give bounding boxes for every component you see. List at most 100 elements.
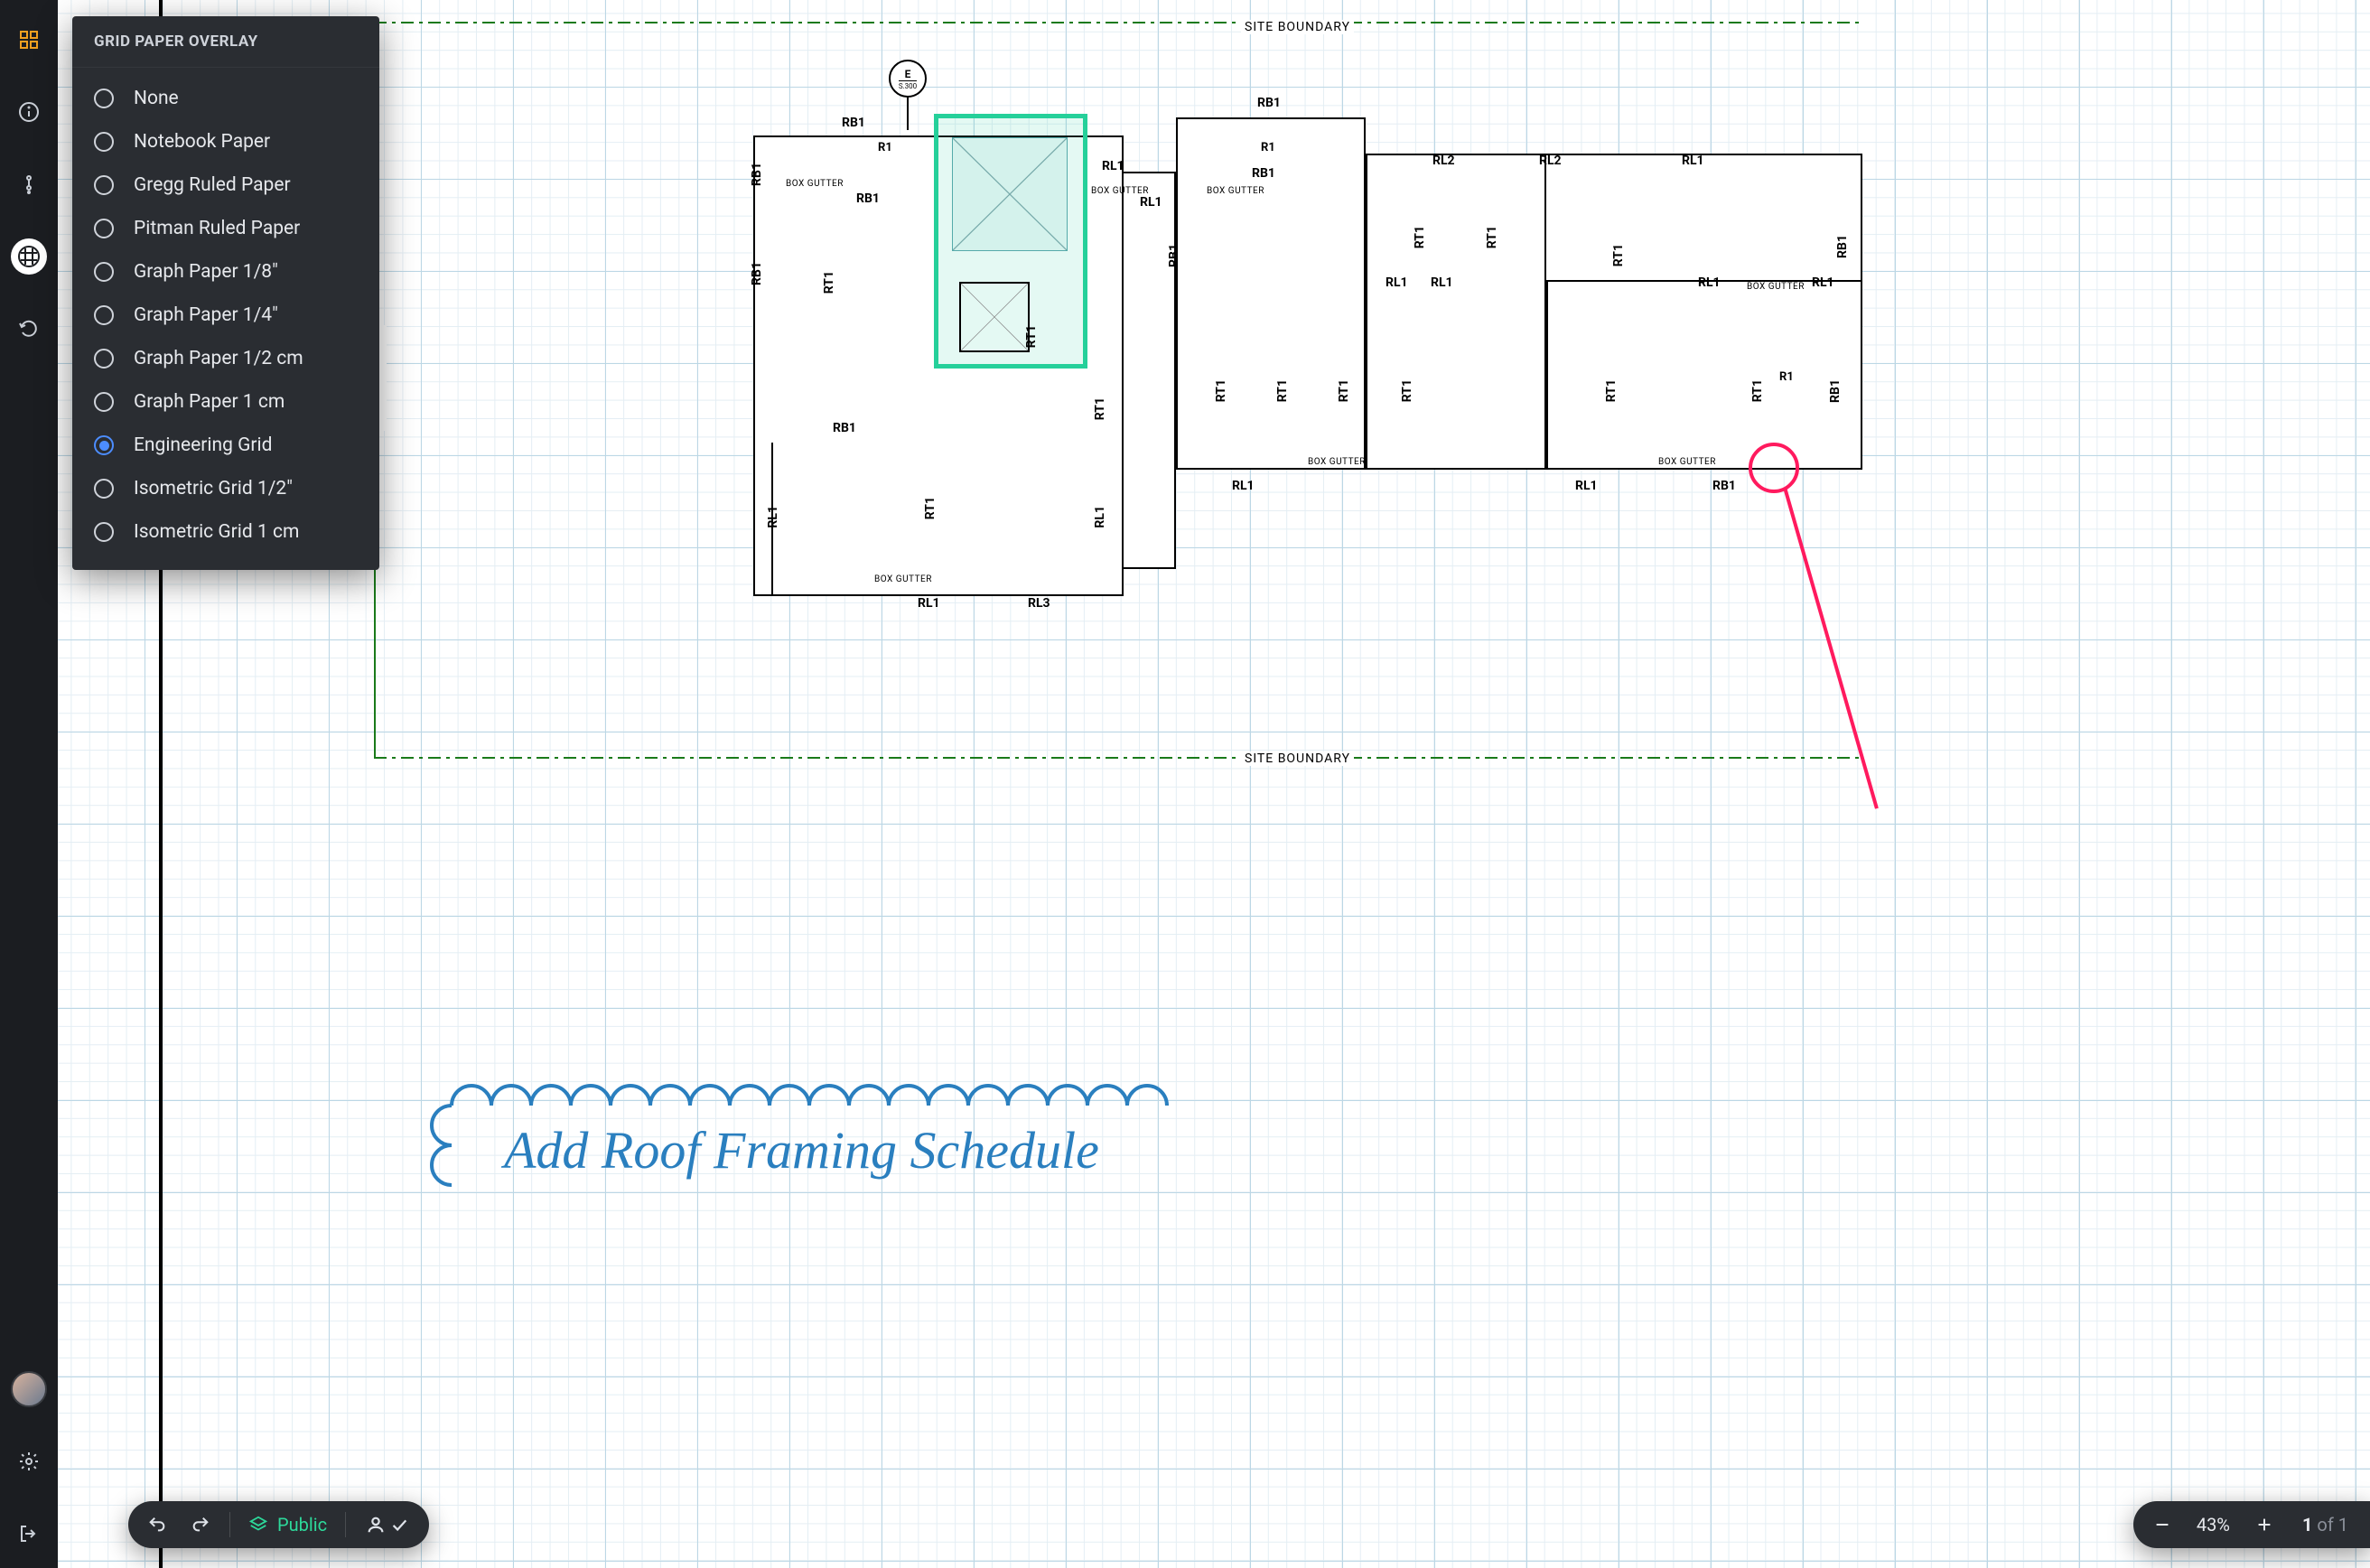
beam-label: RT1 [1750, 379, 1765, 402]
settings-icon[interactable] [11, 1443, 47, 1479]
section-sheet: S.300 [899, 80, 917, 90]
grid-options-list: None Notebook PaperGregg Ruled Paper Pitma… [72, 68, 379, 570]
grid-overlay-icon[interactable] [11, 238, 47, 275]
beam-label: RL1 [1682, 154, 1704, 168]
beam-label: RL1 [1102, 159, 1124, 173]
beam-label: RT1 [1337, 379, 1351, 402]
info-icon[interactable] [11, 94, 47, 130]
gutter-label: BOX GUTTER [1308, 457, 1366, 467]
radio-icon [94, 479, 114, 499]
site-boundary-label-bottom: SITE BOUNDARY [1241, 751, 1354, 766]
beam-label: RL2 [1432, 154, 1455, 168]
section-bubble: E S.300 [889, 60, 927, 98]
grid-option-label: Graph Paper 1 cm [134, 391, 285, 413]
grid-option-label: Pitman Ruled Paper [134, 218, 300, 239]
exit-icon[interactable] [11, 1516, 47, 1552]
zoom-in-button[interactable] [2244, 1505, 2284, 1545]
annotation-text: Add Roof Framing Schedule [504, 1120, 1099, 1181]
beam-label: RB1 [856, 191, 880, 206]
beam-label: RT1 [1214, 379, 1228, 402]
building-block [1122, 172, 1176, 569]
beam-label: RT1 [1413, 226, 1427, 248]
layers-icon[interactable] [11, 166, 47, 202]
page-indicator[interactable]: 1 of 1 [2290, 1514, 2348, 1535]
beam-label: RB1 [1835, 235, 1850, 258]
markup-circle [1749, 443, 1799, 493]
radio-icon [94, 262, 114, 282]
gutter-label: BOX GUTTER [1658, 457, 1716, 467]
beam-label: RL1 [766, 506, 780, 528]
radio-icon [94, 435, 114, 455]
grid-option[interactable]: Graph Paper 1/2 cm [72, 337, 379, 380]
grid-option-label: Graph Paper 1/8" [134, 261, 278, 283]
radio-icon [94, 132, 114, 152]
grid-option[interactable]: Isometric Grid 1/2" [72, 467, 379, 510]
beam-label: RL1 [918, 596, 940, 611]
beam-label: RL1 [1431, 275, 1453, 290]
radio-icon [94, 349, 114, 369]
canvas[interactable]: SITE BOUNDARY SITE BOUNDARY SITE BOUNDAR… [58, 0, 2370, 1568]
page-current: 1 [2302, 1514, 2312, 1535]
gutter-label: BOX GUTTER [1091, 186, 1149, 196]
beam-label: RL1 [1575, 479, 1598, 493]
apps-icon[interactable] [11, 22, 47, 58]
redo-button[interactable] [181, 1505, 220, 1545]
visibility-label: Public [277, 1514, 327, 1535]
zoom-out-button[interactable] [2142, 1505, 2182, 1545]
grid-option[interactable]: Graph Paper 1/4" [72, 294, 379, 337]
beam-label: RT1 [1400, 379, 1414, 402]
beam-label: RL3 [1028, 596, 1050, 611]
left-toolbar [0, 0, 58, 1568]
undo-button[interactable] [137, 1505, 177, 1545]
beam-label: RB1 [1257, 96, 1281, 110]
radio-icon [94, 305, 114, 325]
beam-label: RT1 [1024, 325, 1039, 348]
beam-label: RB1 [750, 262, 764, 285]
grid-option-label: Isometric Grid 1/2" [134, 478, 293, 499]
grid-option-label: None [134, 88, 179, 109]
grid-panel-title: GRID PAPER OVERLAY [72, 16, 379, 68]
beam-label: RT1 [822, 271, 836, 294]
beam-label: RB1 [750, 163, 764, 186]
radio-icon [94, 522, 114, 542]
beam-label: R1 [878, 141, 892, 154]
roof-hatch [952, 137, 1068, 251]
gutter-label: BOX GUTTER [1207, 186, 1264, 196]
building-block [1366, 154, 1546, 470]
grid-option[interactable]: Graph Paper 1/8" [72, 250, 379, 294]
radio-icon [94, 392, 114, 412]
bubble-leader [907, 96, 909, 130]
radio-icon [94, 89, 114, 108]
page-of: of [2317, 1514, 2333, 1535]
building-block [771, 443, 1124, 596]
bottom-toolbar: Public [128, 1501, 429, 1548]
beam-label: RB1 [1712, 479, 1736, 493]
beam-label: R1 [1261, 141, 1275, 154]
beam-label: RT1 [923, 497, 938, 519]
grid-option[interactable]: Isometric Grid 1 cm [72, 510, 379, 554]
zoom-level[interactable]: 43% [2188, 1514, 2239, 1535]
beam-label: RT1 [1275, 379, 1290, 402]
building-block [1546, 280, 1862, 470]
grid-option[interactable]: Engineering Grid [72, 424, 379, 467]
visibility-public-button[interactable]: Public [239, 1514, 336, 1535]
separator [345, 1512, 346, 1537]
grid-option[interactable]: Pitman Ruled Paper [72, 207, 379, 250]
grid-option[interactable]: None [72, 77, 379, 120]
beam-label: RB1 [842, 116, 865, 130]
beam-label: RL1 [1386, 275, 1408, 290]
section-letter: E [905, 68, 911, 80]
grid-option-label: Isometric Grid 1 cm [134, 521, 299, 543]
zoom-pager-bar: 43% 1 of 1 [2133, 1501, 2370, 1548]
grid-option-label: Graph Paper 1/2 cm [134, 348, 303, 369]
grid-option[interactable]: Graph Paper 1 cm [72, 380, 379, 424]
grid-option[interactable]: Notebook Paper [72, 120, 379, 163]
beam-label: RL1 [1093, 506, 1107, 528]
undo-history-icon[interactable] [11, 311, 47, 347]
beam-label: R1 [1779, 370, 1794, 384]
gutter-label: BOX GUTTER [874, 574, 932, 584]
avatar[interactable] [11, 1371, 47, 1407]
approve-button[interactable] [355, 1515, 420, 1535]
beam-label: RB1 [833, 421, 856, 435]
grid-option[interactable]: Gregg Ruled Paper [72, 163, 379, 207]
